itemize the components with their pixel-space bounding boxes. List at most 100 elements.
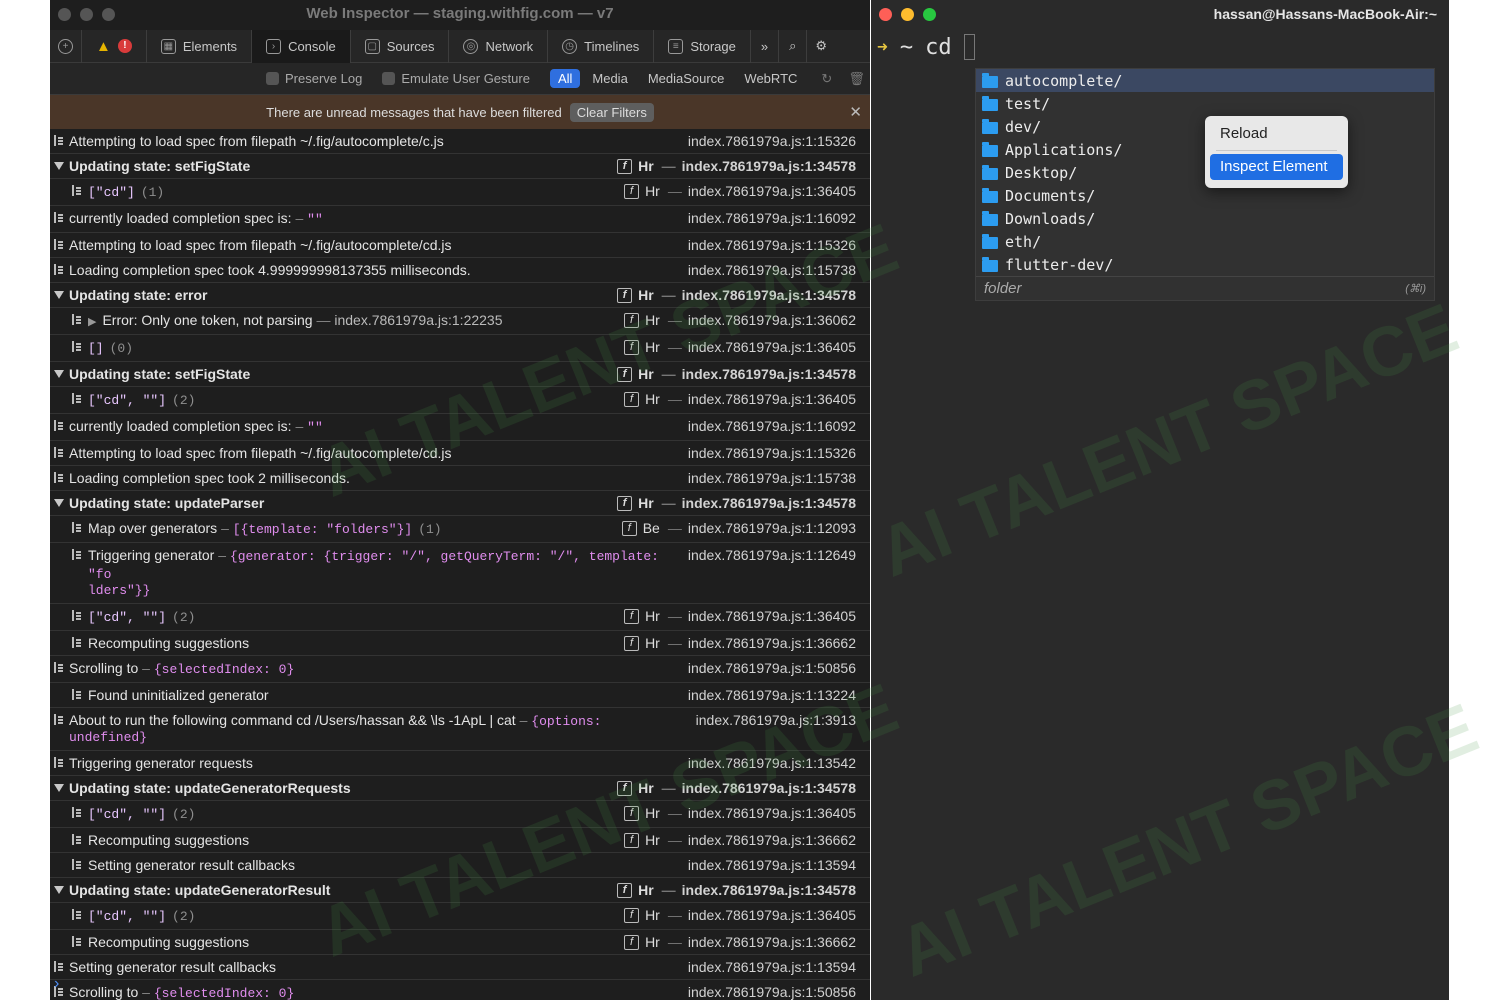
console-message-row[interactable]: Setting generator result callbacks index.… [50,853,870,878]
function-name[interactable]: Hr [638,287,654,303]
emulate-gesture-checkbox[interactable]: Emulate User Gesture [382,71,530,86]
expand-triangle-icon[interactable]: ▶ [88,316,96,328]
source-link[interactable]: index.7861979a.js:1:36405 [688,339,856,355]
filter-all-button[interactable]: All [549,69,581,88]
close-icon[interactable]: ✕ [849,103,862,121]
source-link[interactable]: index.7861979a.js:1:15738 [688,470,856,486]
function-name[interactable]: Hr [645,339,660,355]
console-message-row[interactable]: Scrolling to – {selectedIndex: 0} index.7… [50,656,870,683]
function-name[interactable]: Hr [645,934,660,950]
source-link[interactable]: index.7861979a.js:1:36405 [688,391,856,407]
source-link[interactable]: index.7861979a.js:1:15326 [688,237,856,253]
reload-icon[interactable]: ↻ [821,71,832,87]
function-icon[interactable]: f [617,780,633,796]
function-name[interactable]: Hr [645,907,660,923]
disclosure-triangle-icon[interactable] [54,162,64,170]
source-link[interactable]: index.7861979a.js:1:13224 [688,687,856,703]
console-message-row[interactable]: Updating state: updateParser f Hr — index.78… [50,491,870,516]
console-message-row[interactable]: Updating state: setFigState f Hr — index.786… [50,154,870,179]
console-message-row[interactable]: Attempting to load spec from filepath ~/… [50,233,870,258]
source-link[interactable]: index.7861979a.js:1:34578 [682,287,856,303]
source-link[interactable]: index.7861979a.js:1:3913 [696,712,856,728]
tab-timelines[interactable]: ◷ Timelines [548,29,655,63]
function-icon[interactable]: f [624,934,640,950]
function-name[interactable]: Hr [645,608,660,624]
filter-mediasource-button[interactable]: MediaSource [640,69,733,88]
tab-console[interactable]: › Console [252,29,351,63]
disclosure-triangle-icon[interactable] [54,499,64,507]
function-icon[interactable]: f [624,391,640,407]
disclosure-triangle-icon[interactable] [54,291,64,299]
console-message-row[interactable]: Map over generators – [{template: "folde… [50,516,870,543]
function-name[interactable]: Hr [645,312,660,328]
disclosure-triangle-icon[interactable] [54,886,64,894]
tab-sources[interactable]: ▢ Sources [351,29,450,63]
console-message-row[interactable]: Updating state: setFigState f Hr — index.786… [50,362,870,387]
function-name[interactable]: Hr [645,183,660,199]
function-icon[interactable]: f [617,495,633,511]
close-window-button[interactable] [58,8,71,21]
suggestion-item[interactable]: eth/ [976,230,1434,253]
tab-elements[interactable]: ▦ Elements [147,29,253,63]
console-message-row[interactable]: ["cd", ""] (2) f Hr — index.7861979a.js:1:364… [50,801,870,828]
source-link[interactable]: index.7861979a.js:1:16092 [688,418,856,434]
console-message-row[interactable]: Found uninitialized generator index.78619… [50,683,870,708]
suggestion-item[interactable]: Documents/ [976,184,1434,207]
source-link[interactable]: index.7861979a.js:1:36405 [688,183,856,199]
close-window-button[interactable] [879,8,892,21]
console-message-row[interactable]: [] (0) f Hr — index.7861979a.js:1:36405 [50,335,870,362]
console-message-row[interactable]: currently loaded completion spec is: – "… [50,414,870,441]
function-icon[interactable]: f [617,882,633,898]
source-link[interactable]: index.7861979a.js:1:15326 [688,445,856,461]
console-message-row[interactable]: Loading completion spec took 2 milliseco… [50,466,870,491]
source-link[interactable]: index.7861979a.js:1:34578 [682,882,856,898]
console-message-row[interactable]: Triggering generator – {generator: {trig… [50,543,870,604]
console-message-row[interactable]: About to run the following command cd /U… [50,708,870,751]
function-icon[interactable]: f [621,520,637,536]
function-name[interactable]: Hr [638,882,654,898]
warnings-errors-filter[interactable]: ▲ ! [82,29,147,63]
source-link[interactable]: index.7861979a.js:1:36062 [688,312,856,328]
trash-icon[interactable]: 🗑 [848,71,865,87]
disclosure-triangle-icon[interactable] [54,370,64,378]
disclosure-triangle-icon[interactable] [54,784,64,792]
function-name[interactable]: Hr [638,158,654,174]
suggestion-item[interactable]: flutter-dev/ [976,253,1434,276]
source-link[interactable]: index.7861979a.js:1:34578 [682,780,856,796]
minimize-window-button[interactable] [901,8,914,21]
function-icon[interactable]: f [617,287,633,303]
tab-network[interactable]: ◎ Network [449,29,549,63]
filter-media-button[interactable]: Media [584,69,635,88]
function-icon[interactable]: f [624,805,640,821]
zoom-window-button[interactable] [923,8,936,21]
source-link[interactable]: index.7861979a.js:1:36662 [688,832,856,848]
source-link[interactable]: index.7861979a.js:1:34578 [682,495,856,511]
source-link[interactable]: index.7861979a.js:1:15326 [688,133,856,149]
source-link[interactable]: index.7861979a.js:1:34578 [682,366,856,382]
console-message-row[interactable]: Recomputing suggestions f Hr — index.7861979… [50,930,870,955]
console-message-row[interactable]: Recomputing suggestions f Hr — index.7861979… [50,631,870,656]
source-link[interactable]: index.7861979a.js:1:12093 [688,520,856,536]
console-message-row[interactable]: Loading completion spec took 4.999999998… [50,258,870,283]
console-message-row[interactable]: Updating state: updateGeneratorResult f Hr… [50,878,870,903]
source-link[interactable]: index.7861979a.js:1:36405 [688,805,856,821]
function-name[interactable]: Hr [638,495,654,511]
source-link[interactable]: index.7861979a.js:1:36662 [688,635,856,651]
function-icon[interactable]: f [617,158,633,174]
source-link[interactable]: index.7861979a.js:1:36662 [688,934,856,950]
function-icon[interactable]: f [624,907,640,923]
function-icon[interactable]: f [624,608,640,624]
shell-prompt[interactable]: ➜ ~ cd [877,34,975,60]
console-message-row[interactable]: ["cd", ""] (2) f Hr — index.7861979a.js:1:364… [50,387,870,414]
console-message-row[interactable]: ["cd"] (1) f Hr — index.7861979a.js:1:36405 [50,179,870,206]
function-icon[interactable]: f [624,832,640,848]
source-link[interactable]: index.7861979a.js:1:13542 [688,755,856,771]
source-link[interactable]: index.7861979a.js:1:13594 [688,857,856,873]
filter-webrtc-button[interactable]: WebRTC [736,69,805,88]
console-message-row[interactable]: ["cd", ""] (2) f Hr — index.7861979a.js:1:364… [50,604,870,631]
console-message-row[interactable]: currently loaded completion spec is: – "… [50,206,870,233]
gear-icon[interactable]: ⚙ [807,30,835,63]
minimize-window-button[interactable] [80,8,93,21]
source-link[interactable]: index.7861979a.js:1:34578 [682,158,856,174]
function-name[interactable]: Hr [645,832,660,848]
